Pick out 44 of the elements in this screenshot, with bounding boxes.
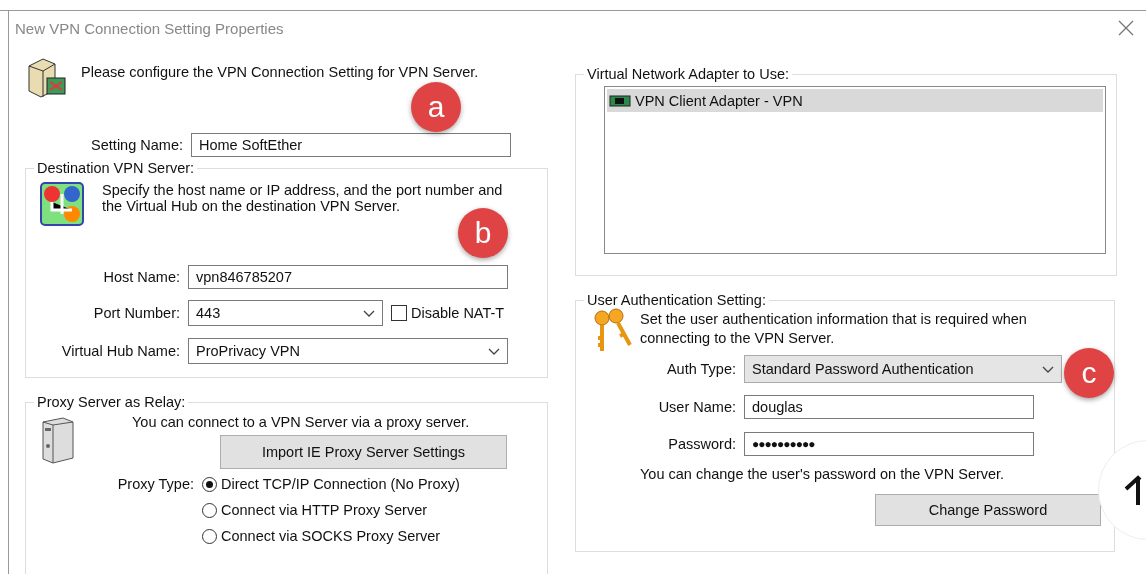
field-label: User Name:: [657, 399, 736, 415]
radio-option[interactable]: Connect via HTTP Proxy Server: [202, 497, 460, 523]
import-proxy-button[interactable]: Import IE Proxy Server Settings: [220, 435, 507, 469]
field-label: Setting Name:: [90, 137, 183, 153]
adapter-list[interactable]: VPN Client Adapter - VPN: [604, 86, 1106, 254]
field-label: Host Name:: [102, 269, 180, 285]
host-name-field[interactable]: vpn846785207: [188, 265, 508, 289]
callout-badge: c: [1064, 348, 1114, 398]
radio-option[interactable]: Connect via SOCKS Proxy Server: [202, 523, 460, 549]
setting-name-field[interactable]: Home SoftEther: [191, 133, 511, 157]
server-icon: [25, 56, 69, 100]
description-text: You can connect to a VPN Server via a proxy server.: [132, 414, 471, 430]
radio-option[interactable]: Direct TCP/IP Connection (No Proxy): [202, 471, 460, 497]
field-label: Virtual Hub Name:: [60, 343, 180, 359]
field-label: Port Number:: [92, 305, 180, 321]
field-label: Proxy Type:: [116, 475, 194, 494]
callout-badge: b: [458, 208, 508, 258]
close-icon[interactable]: [1118, 20, 1134, 36]
group-title: Proxy Server as Relay:: [36, 394, 187, 410]
group-title: Virtual Network Adapter to Use:: [586, 66, 791, 82]
field-label: Auth Type:: [665, 361, 736, 377]
description-text: Set the user authentication information that is required when connecting to the VPN Server.: [640, 310, 1028, 348]
auth-type-dropdown[interactable]: Standard Password Authentication: [744, 355, 1062, 383]
group-title: User Authentication Setting:: [586, 292, 767, 308]
chevron-down-icon: [363, 309, 375, 317]
user-name-field[interactable]: douglas: [744, 395, 1034, 419]
checkbox[interactable]: [391, 305, 407, 321]
window-title: New VPN Connection Setting Properties: [15, 19, 284, 37]
chevron-down-icon: [1042, 365, 1054, 373]
password-field[interactable]: ●●●●●●●●●●: [744, 432, 1034, 456]
port-dropdown[interactable]: 443: [188, 300, 383, 326]
intro-text: Please configure the VPN Connection Setting for VPN Server.: [81, 64, 479, 80]
change-password-button[interactable]: Change Password: [875, 494, 1101, 526]
callout-badge: a: [411, 82, 461, 132]
checkbox-label: Disable NAT-T: [411, 305, 505, 321]
field-label: Password:: [667, 436, 736, 452]
note-text: You can change the user's password on the VPN Server.: [640, 465, 1006, 484]
list-item[interactable]: VPN Client Adapter - VPN: [607, 89, 1103, 112]
network-card-icon: [609, 93, 631, 108]
network-icon: [40, 182, 84, 226]
computer-tower-icon: [40, 416, 76, 464]
hub-dropdown[interactable]: ProPrivacy VPN: [188, 338, 508, 364]
chevron-down-icon: [488, 347, 500, 355]
group-title: Destination VPN Server:: [36, 160, 196, 176]
